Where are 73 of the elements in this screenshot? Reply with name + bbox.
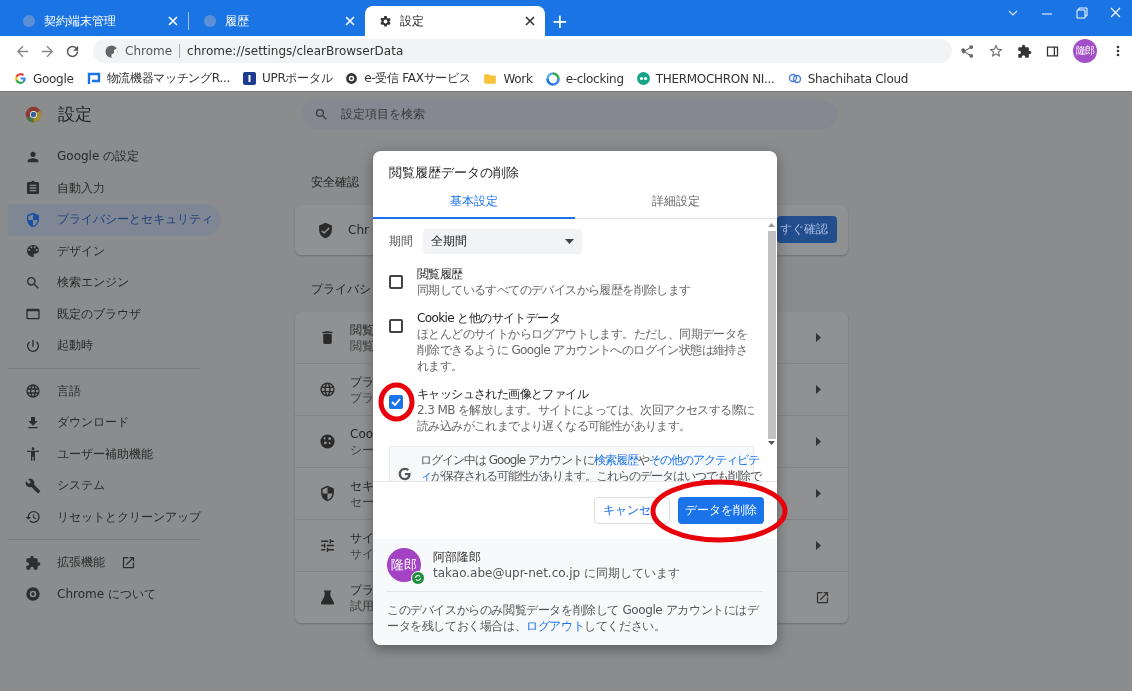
- tab-title: 契約端末管理: [44, 12, 117, 30]
- sidebar-item[interactable]: リセットとクリーンアップ: [8, 501, 209, 533]
- sidebar-item[interactable]: ダウンロード: [8, 407, 200, 439]
- bookmark[interactable]: THERMOCHRON NI...: [636, 71, 775, 86]
- row-subtitle: 試用: [350, 597, 374, 614]
- sidebar-item[interactable]: Google の設定: [8, 141, 200, 173]
- page-title: 設定: [58, 102, 92, 126]
- profile-avatar[interactable]: 隆郎: [1073, 39, 1097, 63]
- inline-link[interactable]: ィ: [420, 469, 431, 481]
- site-label: Chrome: [125, 44, 173, 58]
- option-description: 同期しているすべてのデバイスから履歴を削除します: [417, 282, 692, 298]
- tab-title: 履歴: [225, 12, 250, 30]
- bookmark[interactable]: Work: [483, 71, 533, 86]
- url-text: chrome://settings/clearBrowserData: [187, 44, 404, 58]
- logout-link[interactable]: ログアウト: [526, 619, 585, 633]
- inline-link[interactable]: その他のアクティビテ: [648, 453, 759, 467]
- sidebar-item[interactable]: 起動時: [8, 330, 200, 362]
- row-subtitle: 閲覧: [350, 337, 374, 354]
- option-title: Cookie と他のサイトデータ: [417, 310, 561, 326]
- bookmark[interactable]: Shachihata Cloud: [787, 71, 909, 86]
- card-text: Chr: [348, 223, 369, 237]
- cancel-button[interactable]: キャンセ: [594, 497, 670, 524]
- row-title: サイ: [350, 529, 374, 546]
- sidebar-item[interactable]: 自動入力: [8, 172, 200, 204]
- delete-data-button[interactable]: データを削除: [678, 497, 764, 524]
- option-title: キャッシュされた画像とファイル: [417, 386, 590, 402]
- sidebar-item[interactable]: プライバシーとセキュリティ: [8, 204, 221, 236]
- sync-status: takao.abe@upr-net.co.jp に同期しています: [433, 565, 680, 581]
- row-title: プラ: [350, 581, 374, 598]
- sidebar-item[interactable]: 既定のブラウザ: [8, 298, 200, 330]
- address-bar[interactable]: Chrome chrome://settings/clearBrowserData: [93, 39, 952, 63]
- browser-tab[interactable]: 契約端末管理: [8, 6, 188, 36]
- option-description: ほとんどのサイトからログアウトします。ただし、同期データを削除できるように Google アカウントへのログイン状態は維持されます。: [417, 326, 749, 374]
- sidebar-item[interactable]: Chrome について: [8, 578, 200, 610]
- option-description: 2.3 MB を解放します。サイトによっては、次回アクセスする際に読み込みがこれまでより遅くなる可能性があります。: [417, 402, 755, 434]
- account-avatar: 隆郎: [387, 548, 421, 582]
- section-heading: 安全確認: [311, 174, 359, 191]
- account-name: 阿部隆郎: [433, 549, 482, 565]
- row-title: Coo: [350, 425, 374, 442]
- sidebar-item[interactable]: システム: [8, 470, 200, 502]
- row-title: 閲覧: [350, 321, 374, 338]
- new-tab-button[interactable]: +: [545, 6, 575, 36]
- row-subtitle: セー: [350, 493, 374, 510]
- section-heading: プライバシ: [311, 281, 371, 298]
- row-subtitle: プラ: [350, 389, 374, 406]
- browser-tab[interactable]: 履歴: [189, 6, 365, 36]
- bookmark[interactable]: UPRポータル: [243, 70, 333, 87]
- option-title: 閲覧履歴: [417, 266, 464, 282]
- row-title: セキ: [350, 477, 374, 494]
- sidebar-item[interactable]: 検索エンジン: [8, 267, 200, 299]
- search-placeholder: 設定項目を検索: [341, 105, 425, 123]
- bookmark[interactable]: e-clocking: [545, 71, 624, 86]
- dialog-tab[interactable]: 基本設定: [373, 186, 575, 219]
- dialog-title: 閲覧履歴データの削除: [388, 164, 520, 182]
- sidebar-item[interactable]: 拡張機能: [8, 547, 200, 579]
- dialog-tab[interactable]: 詳細設定: [575, 186, 777, 219]
- row-subtitle: サイ: [350, 545, 374, 562]
- sidebar-item[interactable]: ユーザー補助機能: [8, 438, 200, 470]
- row-subtitle: シー: [350, 441, 374, 458]
- field-label: 期間: [389, 233, 413, 250]
- footer-text: このデバイスからのみ閲覧データを削除して Google アカウントにはデータを残しておく場合は、ログアウト してください。: [387, 602, 760, 634]
- time-range-dropdown[interactable]: 全期間: [423, 229, 582, 254]
- check-now-button[interactable]: すぐ確認: [777, 216, 837, 243]
- browser-tab[interactable]: 設定: [365, 6, 545, 36]
- bookmark[interactable]: 物流機器マッチングR...: [86, 70, 230, 87]
- inline-link[interactable]: 検索履歴: [593, 453, 638, 467]
- bookmark[interactable]: e-受信 FAXサービス: [345, 70, 471, 87]
- bookmark[interactable]: Google: [14, 71, 74, 86]
- sidebar-item[interactable]: デザイン: [8, 235, 200, 267]
- tab-title: 設定: [400, 12, 425, 30]
- sidebar-item[interactable]: 言語: [8, 375, 200, 407]
- row-title: プラ: [350, 373, 374, 390]
- search-field[interactable]: 設定項目を検索: [302, 99, 837, 129]
